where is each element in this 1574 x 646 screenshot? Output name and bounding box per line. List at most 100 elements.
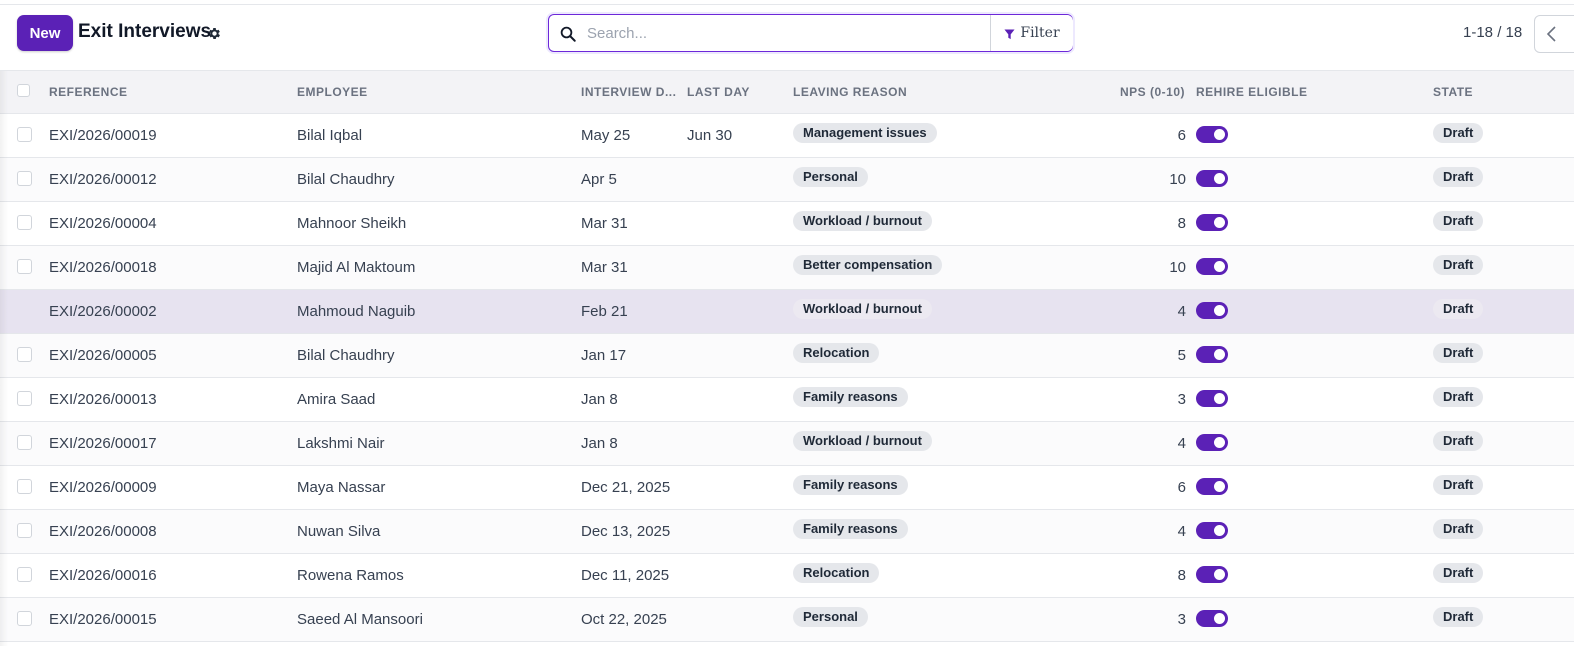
rehire-toggle[interactable] [1196, 258, 1228, 275]
cell-state: Draft [1433, 519, 1484, 539]
cell-employee: Amira Saad [297, 391, 376, 408]
cell-nps: 3 [1177, 611, 1186, 628]
filter-label: Filter [1020, 25, 1060, 41]
state-badge: Draft [1433, 299, 1484, 319]
filter-button[interactable]: Filter [990, 15, 1073, 51]
row-checkbox[interactable] [17, 479, 32, 494]
gear-icon[interactable] [207, 26, 222, 41]
column-leaving-reason[interactable]: Leaving Reason [793, 85, 907, 99]
column-last-day[interactable]: Last Day [687, 85, 750, 99]
column-state[interactable]: State [1433, 85, 1473, 99]
rehire-toggle[interactable] [1196, 302, 1228, 319]
table-row[interactable]: EXI/2026/00018 Majid Al Maktoum Mar 31 B… [0, 246, 1574, 290]
reason-tag: Family reasons [793, 387, 908, 407]
column-reference[interactable]: Reference [49, 85, 128, 99]
filter-icon [1004, 28, 1015, 39]
row-checkbox[interactable] [17, 391, 32, 406]
table-row[interactable]: EXI/2026/00012 Bilal Chaudhry Apr 5 Pers… [0, 158, 1574, 202]
rehire-toggle[interactable] [1196, 390, 1228, 407]
row-checkbox[interactable] [17, 611, 32, 626]
column-employee[interactable]: Employee [297, 85, 368, 99]
table-row[interactable]: EXI/2026/00008 Nuwan Silva Dec 13, 2025 … [0, 510, 1574, 554]
state-badge: Draft [1433, 167, 1484, 187]
rehire-toggle[interactable] [1196, 214, 1228, 231]
table-row[interactable]: EXI/2026/00002 Mahmoud Naguib Feb 21 Wor… [0, 290, 1574, 334]
column-interview-date[interactable]: Interview D... [581, 85, 676, 99]
pager-previous-button[interactable] [1534, 15, 1574, 53]
row-checkbox[interactable] [17, 127, 32, 142]
rehire-toggle[interactable] [1196, 566, 1228, 583]
cell-rehire-eligible [1196, 610, 1228, 627]
table-row[interactable]: EXI/2026/00017 Lakshmi Nair Jan 8 Worklo… [0, 422, 1574, 466]
row-checkbox[interactable] [17, 171, 32, 186]
row-checkbox[interactable] [17, 215, 32, 230]
table-row[interactable]: EXI/2026/00013 Amira Saad Jan 8 Family r… [0, 378, 1574, 422]
select-all-checkbox[interactable] [17, 84, 30, 97]
cell-interview-date: May 25 [581, 127, 631, 144]
table-row[interactable]: EXI/2026/00019 Bilal Iqbal May 25 Jun 30… [0, 114, 1574, 158]
cell-rehire-eligible [1196, 214, 1228, 231]
cell-employee: Maya Nassar [297, 479, 386, 496]
table-row[interactable]: EXI/2026/00015 Saeed Al Mansoori Oct 22,… [0, 598, 1574, 642]
rehire-toggle[interactable] [1196, 346, 1228, 363]
row-checkbox[interactable] [17, 567, 32, 582]
cell-employee: Rowena Ramos [297, 567, 404, 584]
cell-leaving-reason: Relocation [793, 563, 880, 583]
cell-leaving-reason: Personal [793, 607, 868, 627]
rehire-toggle[interactable] [1196, 126, 1228, 143]
cell-reference: EXI/2026/00004 [49, 215, 157, 232]
cell-nps: 10 [1169, 171, 1186, 188]
rehire-toggle[interactable] [1196, 522, 1228, 539]
rehire-toggle[interactable] [1196, 170, 1228, 187]
reason-tag: Personal [793, 607, 868, 627]
cell-employee: Nuwan Silva [297, 523, 381, 540]
chevron-left-icon [1546, 26, 1556, 42]
cell-reference: EXI/2026/00009 [49, 479, 157, 496]
cell-state: Draft [1433, 299, 1484, 319]
cell-interview-date: Jan 17 [581, 347, 627, 364]
cell-reference: EXI/2026/00016 [49, 567, 157, 584]
cell-rehire-eligible [1196, 566, 1228, 583]
rehire-toggle[interactable] [1196, 478, 1228, 495]
table-row[interactable]: EXI/2026/00004 Mahnoor Sheikh Mar 31 Wor… [0, 202, 1574, 246]
row-checkbox[interactable] [17, 347, 32, 362]
cell-employee: Majid Al Maktoum [297, 259, 416, 276]
column-nps[interactable]: NPS (0-10) [1120, 85, 1185, 99]
cell-nps: 6 [1177, 479, 1186, 496]
cell-interview-date: Feb 21 [581, 303, 628, 320]
cell-state: Draft [1433, 123, 1484, 143]
pager-value[interactable]: 1-18 / 18 [1463, 24, 1522, 41]
cell-rehire-eligible [1196, 346, 1228, 363]
search-input[interactable] [587, 21, 982, 45]
cell-employee: Bilal Chaudhry [297, 347, 395, 364]
page-title: Exit Interviews [78, 21, 212, 42]
rehire-toggle[interactable] [1196, 610, 1228, 627]
cell-rehire-eligible [1196, 302, 1228, 319]
cell-interview-date: Mar 31 [581, 215, 628, 232]
rehire-toggle[interactable] [1196, 434, 1228, 451]
cell-reference: EXI/2026/00005 [49, 347, 157, 364]
row-checkbox[interactable] [17, 435, 32, 450]
table-row[interactable]: EXI/2026/00016 Rowena Ramos Dec 11, 2025… [0, 554, 1574, 598]
row-checkbox[interactable] [17, 259, 32, 274]
cell-nps: 3 [1177, 391, 1186, 408]
cell-reference: EXI/2026/00019 [49, 127, 157, 144]
cell-leaving-reason: Better compensation [793, 255, 943, 275]
row-checkbox[interactable] [17, 523, 32, 538]
cell-interview-date: Apr 5 [581, 171, 617, 188]
cell-employee: Lakshmi Nair [297, 435, 385, 452]
cell-interview-date: Jan 8 [581, 435, 618, 452]
table-row[interactable]: EXI/2026/00009 Maya Nassar Dec 21, 2025 … [0, 466, 1574, 510]
cell-rehire-eligible [1196, 390, 1228, 407]
new-button[interactable]: New [17, 15, 73, 51]
reason-tag: Family reasons [793, 475, 908, 495]
cell-leaving-reason: Workload / burnout [793, 299, 932, 319]
column-rehire-eligible[interactable]: Rehire Eligible [1196, 85, 1308, 99]
cell-rehire-eligible [1196, 434, 1228, 451]
state-badge: Draft [1433, 343, 1484, 363]
state-badge: Draft [1433, 123, 1484, 143]
cell-nps: 8 [1177, 215, 1186, 232]
cell-employee: Bilal Iqbal [297, 127, 363, 144]
cell-interview-date: Mar 31 [581, 259, 628, 276]
table-row[interactable]: EXI/2026/00005 Bilal Chaudhry Jan 17 Rel… [0, 334, 1574, 378]
